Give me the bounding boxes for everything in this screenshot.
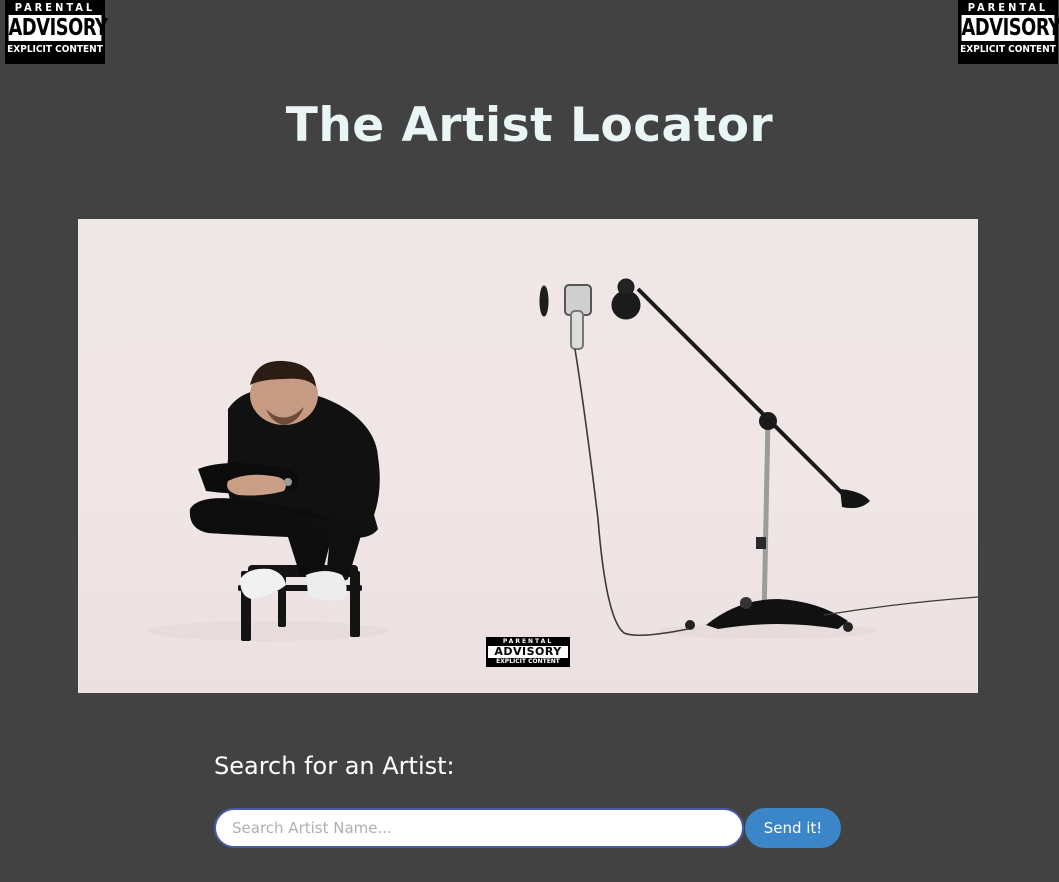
advisory-line-3: EXPLICIT CONTENT bbox=[960, 44, 1056, 55]
album-cover-photo bbox=[148, 278, 978, 641]
advisory-line-2: ADVISORY bbox=[8, 15, 108, 41]
parental-advisory-logo-center: PARENTAL ADVISORY EXPLICIT CONTENT bbox=[486, 637, 570, 667]
advisory-line-2: ADVISORY bbox=[488, 646, 568, 658]
page-title: The Artist Locator bbox=[285, 98, 774, 153]
advisory-line-3: EXPLICIT CONTENT bbox=[496, 658, 560, 665]
parental-advisory-logo-right: PARENTAL ADVISORY EXPLICIT CONTENT bbox=[958, 0, 1059, 64]
search-label: Search for an Artist: bbox=[214, 752, 455, 780]
hero-image: PARENTAL ADVISORY EXPLICIT CONTENT bbox=[78, 219, 978, 693]
parental-advisory-logo-left: PARENTAL ADVISORY EXPLICIT CONTENT bbox=[5, 0, 108, 64]
send-button[interactable]: Send it! bbox=[745, 808, 841, 848]
advisory-line-1: PARENTAL bbox=[967, 1, 1049, 14]
advisory-line-2: ADVISORY bbox=[961, 15, 1059, 41]
search-input[interactable] bbox=[214, 808, 744, 848]
advisory-line-1: PARENTAL bbox=[14, 1, 96, 14]
microphone-stand bbox=[539, 278, 978, 637]
person-silhouette bbox=[189, 360, 380, 601]
page: PARENTAL ADVISORY EXPLICIT CONTENT PAREN… bbox=[0, 0, 1059, 882]
advisory-line-3: EXPLICIT CONTENT bbox=[7, 44, 103, 55]
